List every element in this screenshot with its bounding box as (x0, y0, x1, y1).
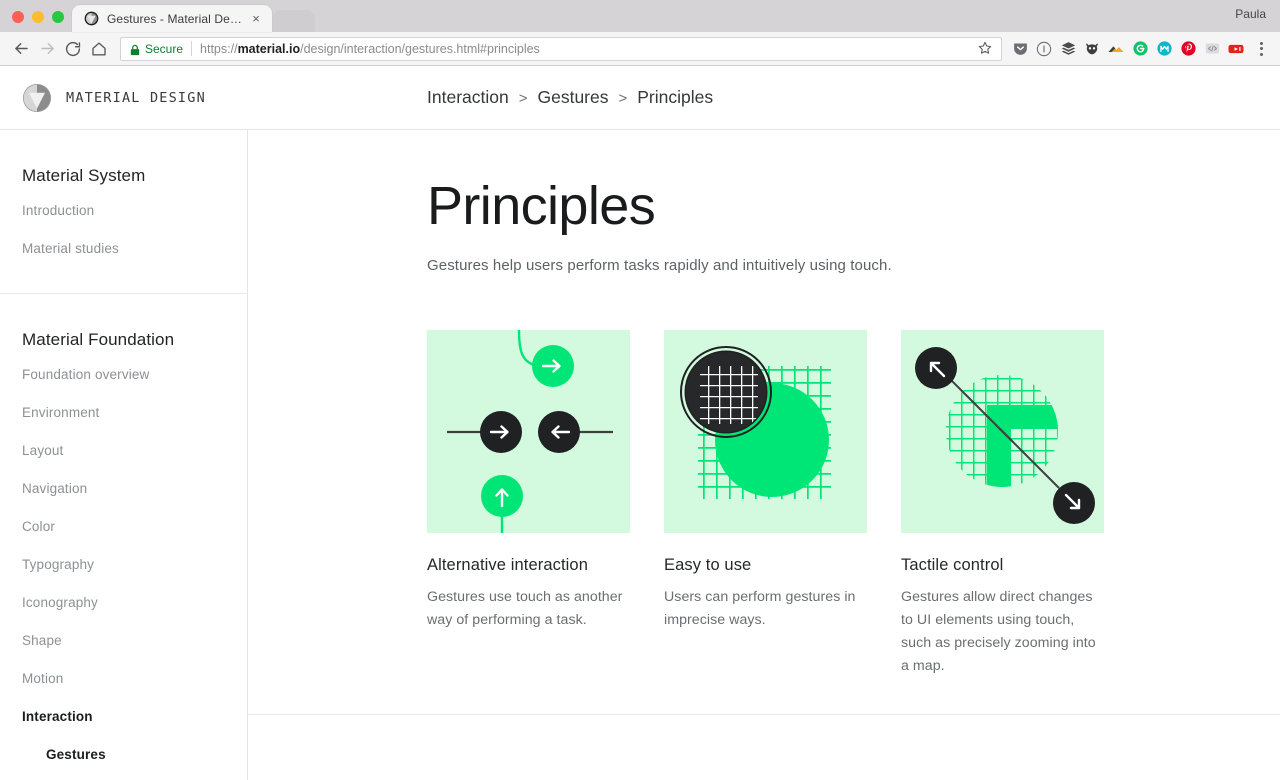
reload-icon[interactable] (60, 36, 86, 62)
principle-card: Easy to use Users can perform gestures i… (664, 329, 867, 679)
material-design-logo-icon (22, 83, 52, 113)
forward-arrow-icon (34, 36, 60, 62)
content-divider (248, 714, 1280, 715)
lock-icon (130, 43, 140, 55)
browser-tab[interactable]: Gestures - Material Design × (72, 5, 272, 32)
sidebar-item-material-studies[interactable]: Material studies (22, 229, 247, 267)
sidebar-item-iconography[interactable]: Iconography (22, 583, 247, 621)
sidebar-item-interaction[interactable]: Interaction (22, 697, 247, 735)
url-text: https://material.io/design/interaction/g… (200, 42, 540, 56)
card-body: Gestures use touch as another way of per… (427, 588, 623, 628)
tab-strip: Gestures - Material Design × Paula (0, 0, 1280, 32)
url-scheme: https:// (200, 41, 238, 56)
close-icon[interactable]: × (248, 11, 264, 27)
nav-group-material-foundation: Material Foundation Foundation overview … (0, 293, 247, 773)
breadcrumb-item-gestures[interactable]: Gestures (537, 87, 608, 108)
page-title: Principles (427, 176, 656, 236)
principles-card-grid: Alternative interaction Gestures use tou… (427, 329, 1280, 679)
material-design-logo-icon (84, 11, 99, 26)
nav-group-title: Material Foundation (22, 330, 175, 349)
code-brackets-icon[interactable] (1200, 37, 1224, 61)
url-path: /design/interaction/gestures.html#princi… (300, 41, 540, 56)
owl-icon[interactable] (1080, 37, 1104, 61)
mendeley-icon[interactable] (1152, 37, 1176, 61)
minimize-window-button[interactable] (32, 11, 44, 23)
swipe-arrows-illustration (427, 329, 630, 533)
web-page: MATERIAL DESIGN Interaction > Gestures >… (0, 66, 1280, 780)
breadcrumb-separator: > (518, 90, 528, 107)
sidebar-item-typography[interactable]: Typography (22, 545, 247, 583)
close-window-button[interactable] (12, 11, 24, 23)
sidebar-item-color[interactable]: Color (22, 507, 247, 545)
sidebar-navigation: Material System Introduction Material st… (0, 130, 248, 780)
layers-stack-icon[interactable] (1056, 37, 1080, 61)
principle-card: Tactile control Gestures allow direct ch… (901, 329, 1104, 679)
sidebar-item-motion[interactable]: Motion (22, 659, 247, 697)
sidebar-item-gestures[interactable]: Gestures (22, 735, 247, 773)
youtube-icon[interactable] (1224, 37, 1248, 61)
extension-toolbar (1008, 37, 1272, 61)
card-heading: Easy to use (664, 555, 752, 574)
browser-window: Gestures - Material Design × Paula Secur… (0, 0, 1280, 780)
back-arrow-icon[interactable] (8, 36, 34, 62)
nav-group-material-system: Material System Introduction Material st… (0, 130, 247, 293)
breadcrumb-item-principles[interactable]: Principles (637, 87, 713, 108)
address-bar[interactable]: Secure https://material.io/design/intera… (120, 36, 1002, 61)
url-domain: material.io (237, 41, 301, 56)
nav-group-title: Material System (22, 166, 146, 185)
card-heading: Alternative interaction (427, 555, 588, 574)
info-circle-icon[interactable] (1032, 37, 1056, 61)
breadcrumb: Interaction > Gestures > Principles (427, 87, 713, 108)
sidebar-item-introduction[interactable]: Introduction (22, 191, 247, 229)
card-heading: Tactile control (901, 555, 1004, 574)
browser-toolbar: Secure https://material.io/design/intera… (0, 32, 1280, 66)
breadcrumb-separator: > (618, 90, 628, 107)
page-subtitle: Gestures help users perform tasks rapidl… (427, 256, 892, 274)
card-body: Gestures allow direct changes to UI elem… (901, 588, 1096, 675)
sidebar-item-layout[interactable]: Layout (22, 431, 247, 469)
principle-card: Alternative interaction Gestures use tou… (427, 329, 630, 679)
sidebar-item-shape[interactable]: Shape (22, 621, 247, 659)
mountain-peak-icon[interactable] (1104, 37, 1128, 61)
star-icon[interactable] (977, 40, 995, 58)
breadcrumb-item-interaction[interactable]: Interaction (427, 87, 509, 108)
maximize-window-button[interactable] (52, 11, 64, 23)
omnibox-divider (191, 41, 193, 56)
window-traffic-lights (0, 11, 74, 32)
security-status-label: Secure (145, 41, 184, 56)
tab-title: Gestures - Material Design (107, 11, 244, 26)
page-body: Material System Introduction Material st… (0, 130, 1280, 780)
brand-link[interactable]: MATERIAL DESIGN (0, 83, 206, 113)
card-body: Users can perform gestures in imprecise … (664, 588, 856, 628)
pocket-icon[interactable] (1008, 37, 1032, 61)
magnifier-grid-circle-illustration (664, 329, 867, 533)
pinch-zoom-map-illustration (901, 329, 1104, 533)
grammarly-icon[interactable] (1128, 37, 1152, 61)
site-header: MATERIAL DESIGN Interaction > Gestures >… (0, 66, 1280, 130)
brand-text: MATERIAL DESIGN (66, 89, 206, 106)
sidebar-item-environment[interactable]: Environment (22, 393, 247, 431)
new-tab-button[interactable] (273, 10, 315, 32)
sidebar-item-foundation-overview[interactable]: Foundation overview (22, 355, 247, 393)
main-content: Principles Gestures help users perform t… (248, 130, 1280, 780)
home-icon[interactable] (86, 36, 112, 62)
pinterest-icon[interactable] (1176, 37, 1200, 61)
kebab-menu-icon[interactable] (1250, 37, 1272, 61)
sidebar-item-navigation[interactable]: Navigation (22, 469, 247, 507)
profile-name[interactable]: Paula (1235, 7, 1266, 21)
